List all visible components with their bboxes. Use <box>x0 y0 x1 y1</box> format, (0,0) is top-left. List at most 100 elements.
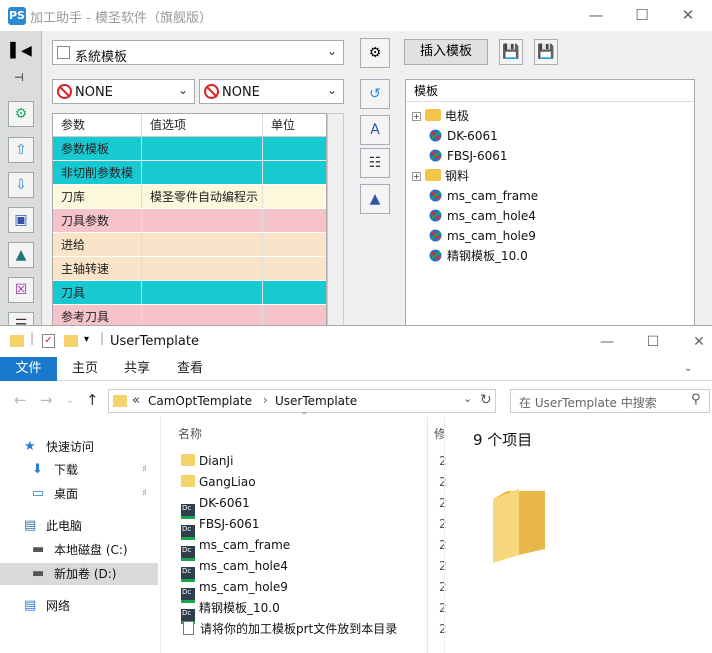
file-row[interactable]: DianJi 2 <box>170 451 447 472</box>
breadcrumb-camopttemplate[interactable]: CamOptTemplate <box>148 394 252 408</box>
grid-row[interactable]: 主轴转速 <box>53 257 326 281</box>
search-box[interactable]: 在 UserTemplate 中搜索 ⚲ <box>510 389 710 413</box>
model-icon[interactable]: ▲ <box>8 242 34 268</box>
quick-access-dropdown-icon[interactable]: ▾ <box>84 334 89 345</box>
list-icon[interactable]: ☰ <box>8 312 34 325</box>
grid-row[interactable]: 刀具 <box>53 281 326 305</box>
move-down-icon[interactable]: ⇩ <box>8 172 34 198</box>
tree-label: 钢料 <box>445 169 470 183</box>
nav-item[interactable]: ▬ 新加卷 (D:) <box>0 563 158 585</box>
grid-row[interactable]: 进给 <box>53 233 326 257</box>
grid-row[interactable]: 刀具参数 <box>53 209 326 233</box>
nav-item[interactable]: ▬ 本地磁盘 (C:) <box>0 539 158 561</box>
grid-unit-cell <box>263 185 326 208</box>
nav-item[interactable]: ▤ 网络 <box>0 595 158 617</box>
file-row[interactable]: Dc 精钢模板_10.0 2 <box>170 598 447 624</box>
tree-template-item[interactable]: ms_cam_frame <box>428 186 538 206</box>
nav-item[interactable]: ⬇ 下载 ♯ <box>0 459 158 481</box>
grid-value-cell[interactable] <box>142 305 263 325</box>
pane-divider[interactable] <box>160 417 161 653</box>
properties-icon[interactable]: ✓ <box>42 334 55 348</box>
grid-value-cell[interactable] <box>142 209 263 232</box>
grid-value-cell[interactable]: 模圣零件自动编程示 <box>142 185 263 208</box>
file-row[interactable]: 请将你的加工模板prt文件放到本目录 2 <box>170 619 447 640</box>
tree-template-item[interactable]: FBSJ-6061 <box>428 146 508 166</box>
explorer-close-button[interactable]: ✕ <box>676 327 712 358</box>
grid-row[interactable]: 参数模板 <box>53 137 326 161</box>
ribbon-expand-icon[interactable]: ⌄ <box>684 357 692 381</box>
pin-icon[interactable]: ♯ <box>142 483 147 505</box>
address-overflow[interactable]: « <box>132 393 140 408</box>
expand-icon[interactable]: + <box>412 112 421 121</box>
ribbon-tabs: 文件 主页 共享 查看 ⌄ <box>0 357 712 381</box>
grid-row[interactable]: 参考刀具 <box>53 305 326 325</box>
column-modified-header[interactable]: 修 <box>434 425 444 442</box>
delete-icon[interactable]: ☒ <box>8 277 34 303</box>
grid-value-cell[interactable] <box>142 137 263 160</box>
close-button[interactable]: ✕ <box>665 0 711 31</box>
mill-tool-icon[interactable]: ⚙ <box>8 101 34 127</box>
breadcrumb-usertemplate[interactable]: UserTemplate <box>275 394 357 408</box>
new-folder-icon[interactable] <box>64 335 78 347</box>
pin-icon[interactable]: ⊣ <box>14 71 24 84</box>
left-none-select[interactable]: NONE ⌄ <box>52 79 195 104</box>
save-icon[interactable]: 💾 <box>499 39 523 65</box>
joystick-icon[interactable]: ▲ <box>360 184 390 214</box>
tree-template-item[interactable]: 精钢模板_10.0 <box>428 246 528 266</box>
insert-template-button[interactable]: 插入模板 <box>404 39 488 65</box>
file-row[interactable]: Dc FBSJ-6061 2 <box>170 514 447 540</box>
explorer-minimize-button[interactable]: — <box>584 327 630 358</box>
address-bar[interactable]: « CamOptTemplate › UserTemplate ⌄ ↻ <box>108 389 496 413</box>
refresh-icon[interactable]: ↻ <box>480 392 492 408</box>
right-none-select[interactable]: NONE ⌄ <box>199 79 344 104</box>
forward-icon[interactable]: → <box>40 391 53 409</box>
tree-template-item[interactable]: ms_cam_hole4 <box>428 206 536 226</box>
tab-view[interactable]: 查看 <box>177 357 203 381</box>
up-icon[interactable]: ↑ <box>86 391 99 409</box>
collapse-icon[interactable]: ▌◀ <box>8 39 34 65</box>
tree-folder[interactable]: + 电极 <box>412 106 469 126</box>
minimize-button[interactable]: — <box>573 0 619 31</box>
pin-icon[interactable]: ♯ <box>142 459 147 481</box>
file-row[interactable]: Dc ms_cam_frame 2 <box>170 535 447 561</box>
explorer-maximize-button[interactable]: ☐ <box>630 327 676 358</box>
nav-item[interactable]: ▤ 此电脑 <box>0 515 158 537</box>
tree-folder[interactable]: + 钢料 <box>412 166 469 186</box>
file-name: DianJi <box>199 454 234 468</box>
grid-scrollbar[interactable] <box>327 113 344 325</box>
maximize-button[interactable]: ☐ <box>619 0 665 31</box>
recent-dropdown-icon[interactable]: ⌄ <box>66 395 74 406</box>
nav-item[interactable]: ▭ 桌面 ♯ <box>0 483 158 505</box>
file-name: DK-6061 <box>199 496 250 510</box>
template-select[interactable]: 系統模板 ⌄ <box>52 40 344 65</box>
nav-item[interactable]: ★ 快速访问 <box>0 436 158 458</box>
file-row[interactable]: Dc ms_cam_hole9 2 <box>170 577 447 603</box>
file-row[interactable]: Dc ms_cam_hole4 2 <box>170 556 447 582</box>
grid-value-cell[interactable] <box>142 257 263 280</box>
grid-value-cell[interactable] <box>142 281 263 304</box>
settings-icon[interactable]: ⚙ <box>360 38 390 68</box>
search-icon[interactable]: ⚲ <box>691 392 701 407</box>
tab-share[interactable]: 共享 <box>124 357 150 381</box>
tree-template-item[interactable]: DK-6061 <box>428 126 498 146</box>
tree-template-item[interactable]: ms_cam_hole9 <box>428 226 536 246</box>
save-as-icon[interactable]: 💾 <box>534 39 558 65</box>
address-dropdown-icon[interactable]: ⌄ <box>463 392 472 405</box>
expand-icon[interactable]: + <box>412 172 421 181</box>
file-row[interactable]: GangLiao 2 <box>170 472 447 493</box>
grid-row[interactable]: 非切削参数模 <box>53 161 326 185</box>
grid-row[interactable]: 刀库 模圣零件自动编程示 <box>53 185 326 209</box>
column-name-header[interactable]: 名称 <box>178 425 202 442</box>
back-icon[interactable]: ← <box>14 391 27 409</box>
holder-icon[interactable]: ☷ <box>360 148 390 178</box>
tool-param-icon[interactable]: A <box>360 115 390 145</box>
grid-value-cell[interactable] <box>142 233 263 256</box>
tab-file[interactable]: 文件 <box>0 357 57 381</box>
file-row[interactable]: Dc DK-6061 2 <box>170 493 447 519</box>
part-icon[interactable]: ▣ <box>8 207 34 233</box>
grid-value-cell[interactable] <box>142 161 263 184</box>
grid-param-cell: 参考刀具 <box>53 305 142 325</box>
toolpath-icon[interactable]: ↺ <box>360 79 390 109</box>
move-up-icon[interactable]: ⇧ <box>8 137 34 163</box>
tab-home[interactable]: 主页 <box>72 357 98 381</box>
